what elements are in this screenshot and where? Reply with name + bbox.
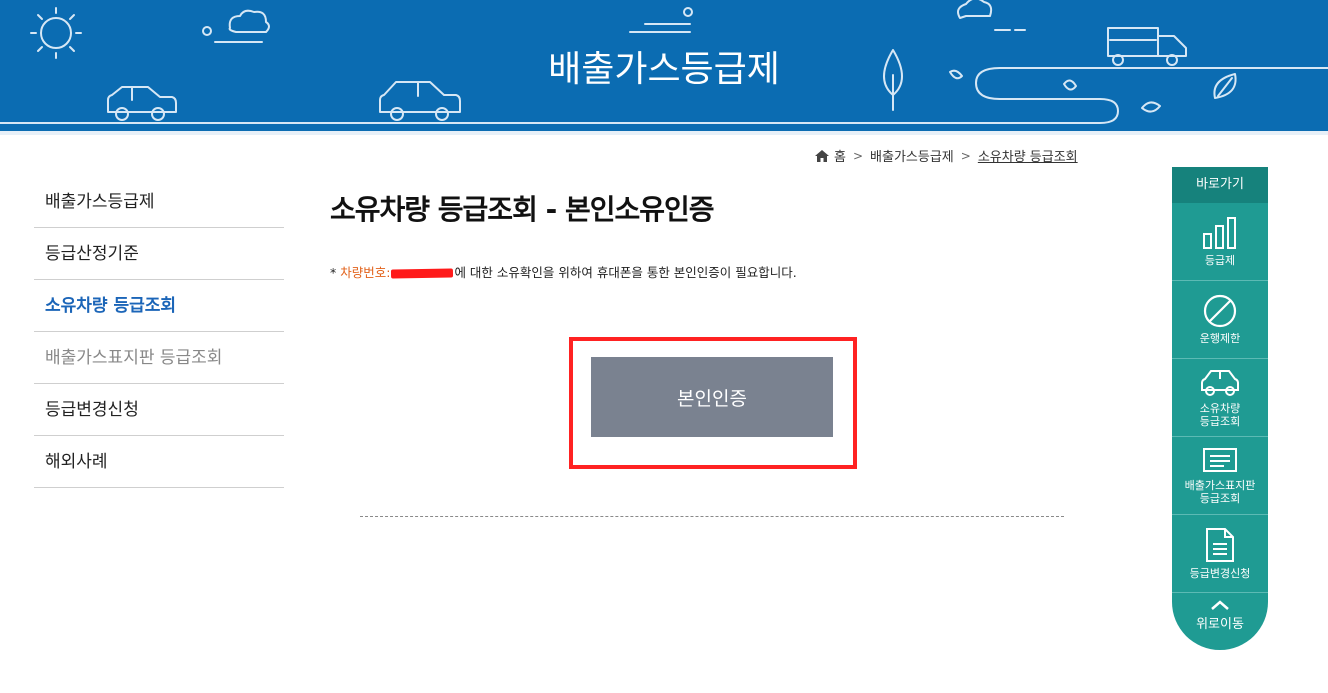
sidebar-item-owned-vehicle-lookup[interactable]: 소유차량 등급조회 bbox=[34, 280, 284, 332]
banner-title: 배출가스등급제 bbox=[548, 49, 780, 90]
header-banner: 배출가스등급제 bbox=[0, 0, 1328, 135]
chevron-right-icon: > bbox=[960, 148, 971, 163]
quick-item-restriction[interactable]: 운행제한 bbox=[1172, 281, 1268, 359]
quick-item-grade-change[interactable]: 등급변경신청 bbox=[1172, 515, 1268, 593]
redacted-vehicle-number bbox=[391, 268, 454, 279]
breadcrumb-level1[interactable]: 배출가스등급제 bbox=[870, 146, 954, 165]
breadcrumb: 홈 > 배출가스등급제 > 소유차량 등급조회 bbox=[814, 146, 1078, 165]
quick-item-label: 등급변경신청 bbox=[1189, 567, 1251, 580]
sidebar-item-sign-lookup[interactable]: 배출가스표지판 등급조회 bbox=[34, 332, 284, 384]
document-icon bbox=[1206, 528, 1234, 562]
notice-star: * bbox=[330, 265, 337, 280]
quick-item-sign-lookup[interactable]: 배출가스표지판 등급조회 bbox=[1172, 437, 1268, 515]
scroll-to-top-button[interactable]: 위로이동 bbox=[1172, 593, 1268, 647]
quick-item-owned-vehicle[interactable]: 소유차량 등급조회 bbox=[1172, 359, 1268, 437]
sidebar-item-overseas-cases[interactable]: 해외사례 bbox=[34, 436, 284, 488]
quick-item-grade-system[interactable]: 등급제 bbox=[1172, 203, 1268, 281]
sidebar-item-emission-grade[interactable]: 배출가스등급제 bbox=[34, 176, 284, 228]
no-entry-icon bbox=[1203, 294, 1237, 328]
quick-menu-title: 바로가기 bbox=[1172, 167, 1268, 203]
chevron-right-icon: > bbox=[852, 148, 864, 163]
breadcrumb-current[interactable]: 소유차량 등급조회 bbox=[978, 146, 1078, 165]
sidebar-item-grade-change[interactable]: 등급변경신청 bbox=[34, 384, 284, 436]
car-icon bbox=[1201, 369, 1239, 396]
breadcrumb-home[interactable]: 홈 bbox=[834, 146, 846, 165]
quick-item-label: 등급제 bbox=[1204, 254, 1236, 267]
chevron-up-icon bbox=[1211, 600, 1229, 610]
vehicle-number-label: 차량번호: bbox=[340, 265, 391, 280]
quick-menu: 바로가기 등급제 운행제한 소유차량 등급조회 배출가스표지판 등급조회 등급변… bbox=[1172, 167, 1268, 650]
quick-item-label: 운행제한 bbox=[1199, 332, 1241, 345]
sidebar-item-grade-criteria[interactable]: 등급산정기준 bbox=[34, 228, 284, 280]
bar-chart-icon bbox=[1203, 217, 1236, 249]
scroll-to-top-label: 위로이동 bbox=[1196, 617, 1244, 632]
notice-body: 에 대한 소유확인을 위하여 휴대폰을 통한 본인인증이 필요합니다. bbox=[454, 265, 797, 280]
quick-item-label-1: 배출가스표지판 bbox=[1184, 478, 1256, 492]
quick-item-label-2: 등급조회 bbox=[1199, 414, 1241, 428]
quick-item-label-2: 등급조회 bbox=[1199, 491, 1241, 505]
section-divider bbox=[360, 516, 1064, 517]
page-title: 소유차량 등급조회 - 본인소유인증 bbox=[330, 193, 715, 226]
sidebar-nav: 배출가스등급제 등급산정기준 소유차량 등급조회 배출가스표지판 등급조회 등급… bbox=[34, 176, 284, 488]
notice-text: * 차량번호: 에 대한 소유확인을 위하여 휴대폰을 통한 본인인증이 필요합니… bbox=[330, 262, 797, 281]
identity-verification-button[interactable]: 본인인증 bbox=[591, 357, 833, 437]
quick-item-label-1: 소유차량 bbox=[1199, 401, 1241, 415]
sign-board-icon bbox=[1203, 447, 1237, 472]
banner-divider bbox=[0, 131, 1328, 135]
home-icon[interactable] bbox=[814, 149, 830, 163]
